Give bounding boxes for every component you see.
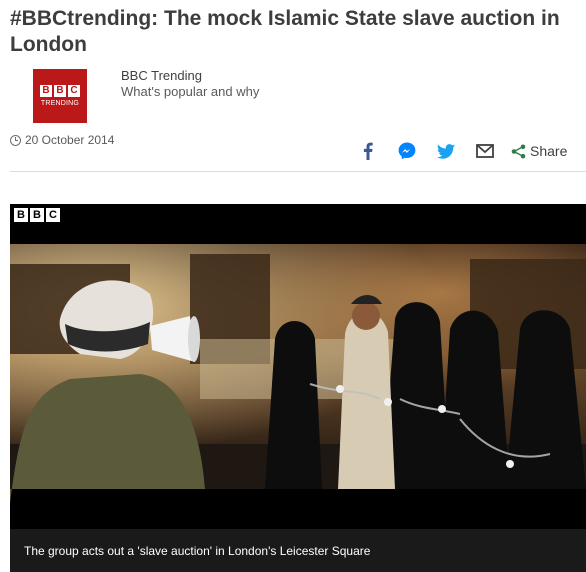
twitter-icon[interactable]: [435, 141, 457, 161]
publish-date: 20 October 2014: [10, 133, 114, 147]
badge-letter: C: [46, 208, 60, 222]
logo-letter: C: [68, 85, 80, 97]
logo-subtitle: TRENDING: [40, 100, 80, 107]
video-caption: The group acts out a 'slave auction' in …: [24, 544, 371, 558]
clock-icon: [10, 134, 21, 146]
video-player[interactable]: B B C The group acts out a 'slave auctio…: [10, 204, 586, 572]
messenger-icon[interactable]: [396, 141, 418, 161]
caption-bar: The group acts out a 'slave auction' in …: [10, 529, 586, 572]
email-icon[interactable]: [474, 141, 496, 161]
author-name[interactable]: BBC Trending: [121, 68, 259, 84]
share-toolbar: Share: [357, 140, 567, 162]
byline-text: BBC Trending What's popular and why: [121, 68, 259, 100]
logo-blocks: B B C: [40, 85, 80, 97]
badge-letter: B: [14, 208, 28, 222]
contributor-logo[interactable]: B B C TRENDING: [33, 69, 87, 123]
date-text: 20 October 2014: [25, 133, 115, 147]
badge-letter: B: [30, 208, 44, 222]
share-button[interactable]: Share: [511, 143, 567, 159]
article-headline: #BBCtrending: The mock Islamic State sla…: [10, 7, 560, 56]
bbc-trending-logo: B B C TRENDING: [33, 69, 87, 123]
logo-letter: B: [40, 85, 52, 97]
bbc-badge: B B C: [14, 208, 60, 222]
header-divider: [10, 171, 586, 172]
logo-letter: B: [54, 85, 66, 97]
video-still[interactable]: [10, 204, 586, 529]
author-role: What's popular and why: [121, 84, 260, 99]
share-label: Share: [530, 143, 568, 159]
share-icon: [511, 144, 526, 158]
facebook-icon[interactable]: [357, 141, 379, 161]
